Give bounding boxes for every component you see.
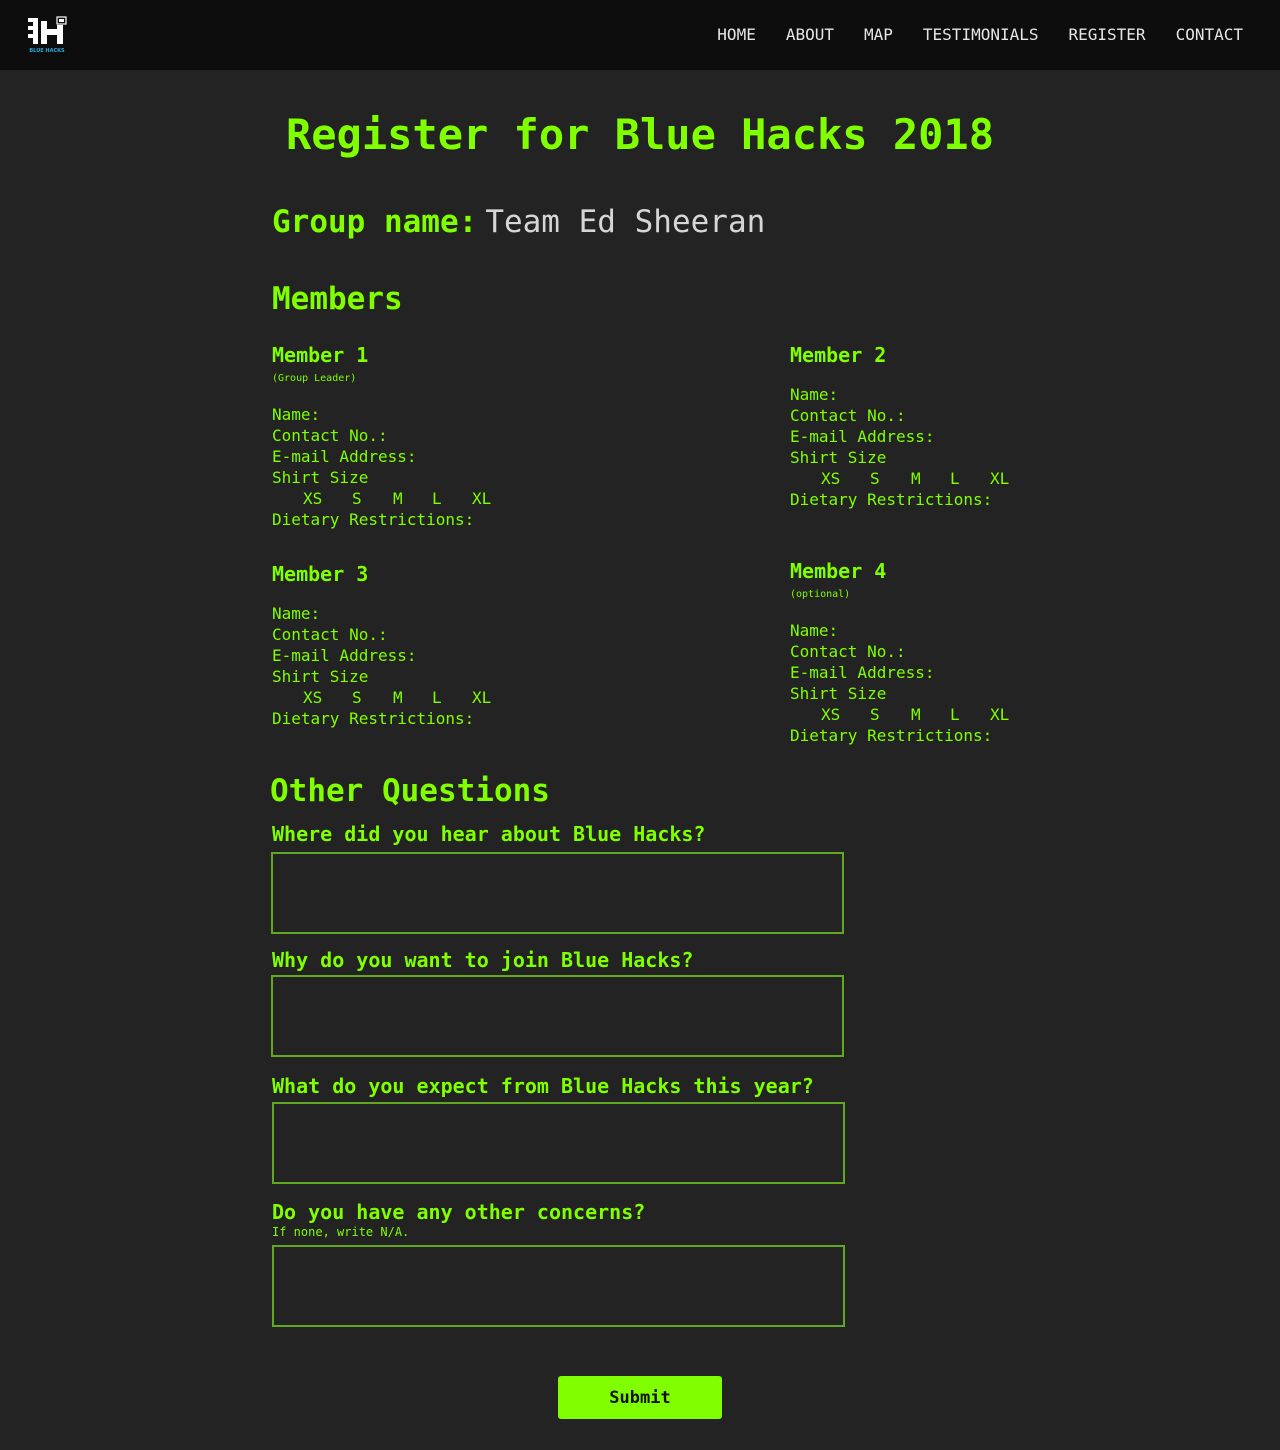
member-title: Member 3 [272,562,369,586]
nav-register[interactable]: REGISTER [1069,24,1146,46]
size-option-l[interactable]: L [950,704,990,725]
nav-home[interactable]: HOME [717,24,756,46]
member-title: Member 4 [790,559,887,583]
member-card-2: Member 2 Name: Contact No.: E-mail Addre… [790,342,1020,510]
name-field[interactable]: Name: [272,404,502,425]
member-fields: Name: Contact No.: E-mail Address: Shirt… [272,404,502,530]
logo-text: BLUE HACKS [29,48,65,54]
shirt-size-label: Shirt Size [272,667,369,686]
shirt-size-label: Shirt Size [272,468,369,487]
nav-map[interactable]: MAP [864,24,893,46]
member-title: Member 1 [272,343,369,367]
member-fields: Name: Contact No.: E-mail Address: Shirt… [272,603,502,729]
group-name-value[interactable]: Team Ed Sheeran [485,204,765,240]
member-fields: Name: Contact No.: E-mail Address: Shirt… [790,384,1020,510]
page-title: Register for Blue Hacks 2018 [285,110,994,159]
nav-about[interactable]: ABOUT [786,24,834,46]
size-option-xl[interactable]: XL [990,704,1020,725]
question-label-expect: What do you expect from Blue Hacks this … [272,1074,814,1098]
name-field[interactable]: Name: [790,620,1020,641]
email-field[interactable]: E-mail Address: [790,426,1020,447]
shirt-size-options: XS S M L XL [272,488,502,509]
member-card-4: Member 4 (optional) Name: Contact No.: E… [790,558,1020,746]
submit-button[interactable]: Submit [558,1376,722,1419]
nav-contact[interactable]: CONTACT [1176,24,1243,46]
size-option-l[interactable]: L [432,488,472,509]
size-option-xl[interactable]: XL [990,468,1020,489]
size-option-xs[interactable]: XS [821,704,870,725]
member-note: (optional) [790,589,851,600]
answer-input-concerns[interactable] [272,1245,845,1327]
answer-input-hear-about[interactable] [271,852,844,934]
question-hint-concerns: If none, write N/A. [272,1225,410,1239]
name-field[interactable]: Name: [272,603,502,624]
dietary-field[interactable]: Dietary Restrictions: [790,725,1020,746]
size-option-s[interactable]: S [352,488,393,509]
question-label-why-join: Why do you want to join Blue Hacks? [272,948,694,972]
members-heading: Members [272,281,403,317]
nav-testimonials[interactable]: TESTIMONIALS [923,24,1039,46]
size-option-l[interactable]: L [950,468,990,489]
navbar: BLUE HACKS HOME ABOUT MAP TESTIMONIALS R… [0,0,1280,70]
member-card-3: Member 3 Name: Contact No.: E-mail Addre… [272,561,502,729]
size-option-l[interactable]: L [432,687,472,708]
group-name-row: Group name: Team Ed Sheeran [272,200,765,244]
shirt-size-label: Shirt Size [790,684,887,703]
size-option-s[interactable]: S [870,704,911,725]
size-option-m[interactable]: M [393,488,432,509]
size-option-xs[interactable]: XS [303,687,352,708]
dietary-field[interactable]: Dietary Restrictions: [790,489,1020,510]
member-fields: Name: Contact No.: E-mail Address: Shirt… [790,620,1020,746]
answer-input-why-join[interactable] [271,975,844,1057]
shirt-size-options: XS S M L XL [790,468,1020,489]
member-title: Member 2 [790,343,887,367]
size-option-s[interactable]: S [352,687,393,708]
size-option-m[interactable]: M [911,468,950,489]
dietary-field[interactable]: Dietary Restrictions: [272,708,502,729]
question-label-hear-about: Where did you hear about Blue Hacks? [272,822,706,846]
other-questions-heading: Other Questions [270,773,550,809]
member-card-1: Member 1 (Group Leader) Name: Contact No… [272,342,502,530]
shirt-size-label: Shirt Size [790,448,887,467]
nav-menu: HOME ABOUT MAP TESTIMONIALS REGISTER CON… [687,24,1243,46]
size-option-xs[interactable]: XS [303,488,352,509]
contact-field[interactable]: Contact No.: [272,425,502,446]
member-note: (Group Leader) [272,373,357,384]
size-option-xl[interactable]: XL [472,687,502,708]
group-name-label: Group name: [272,204,478,240]
name-field[interactable]: Name: [790,384,1020,405]
dietary-field[interactable]: Dietary Restrictions: [272,509,502,530]
blue-hacks-logo[interactable]: BLUE HACKS [27,15,67,55]
size-option-xl[interactable]: XL [472,488,502,509]
shirt-size-options: XS S M L XL [790,704,1020,725]
email-field[interactable]: E-mail Address: [272,446,502,467]
answer-input-expect[interactable] [272,1102,845,1184]
email-field[interactable]: E-mail Address: [790,662,1020,683]
question-label-concerns: Do you have any other concerns? [272,1200,646,1224]
size-option-xs[interactable]: XS [821,468,870,489]
contact-field[interactable]: Contact No.: [790,405,1020,426]
size-option-s[interactable]: S [870,468,911,489]
contact-field[interactable]: Contact No.: [272,624,502,645]
size-option-m[interactable]: M [393,687,432,708]
shirt-size-options: XS S M L XL [272,687,502,708]
email-field[interactable]: E-mail Address: [272,645,502,666]
contact-field[interactable]: Contact No.: [790,641,1020,662]
size-option-m[interactable]: M [911,704,950,725]
